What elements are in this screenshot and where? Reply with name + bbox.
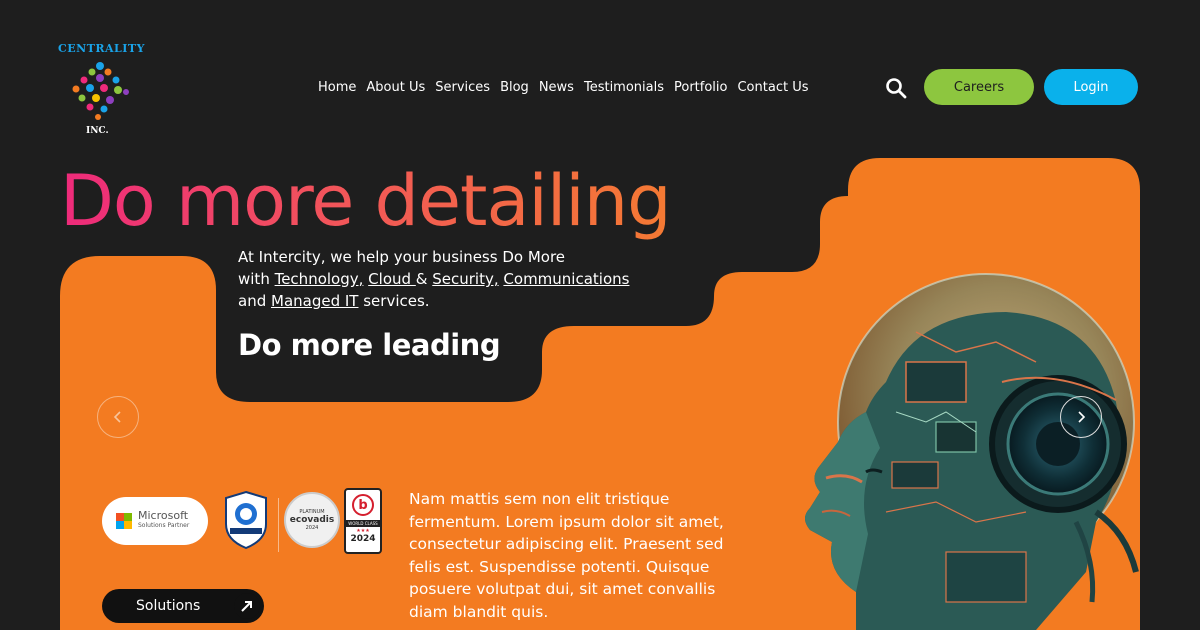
- search-icon[interactable]: [884, 76, 908, 100]
- microsoft-name: Microsoft: [138, 509, 189, 522]
- brand-suffix: INC.: [86, 126, 109, 136]
- page: Centrality INC. Home About Us Services B…: [0, 0, 1200, 630]
- microsoft-sub: Solutions Partner: [138, 522, 190, 529]
- microsoft-partner-badge: Microsoft Solutions Partner: [102, 497, 208, 545]
- world-class-shield-icon: [225, 490, 267, 550]
- logo-mark-icon: [72, 62, 129, 120]
- b-year: 2024: [350, 534, 376, 544]
- ecovadis-badge: PLATINUM ecovadis 2024: [284, 492, 340, 548]
- intro-text: At Intercity, we help your business Do M…: [238, 248, 566, 266]
- chevron-right-icon: [1078, 411, 1086, 423]
- login-button[interactable]: Login: [1044, 69, 1138, 105]
- intro-and: and: [238, 292, 271, 310]
- b-band-label: WORLD CLASS: [346, 520, 380, 527]
- nav-item-home[interactable]: Home: [318, 80, 356, 95]
- carousel-prev-button[interactable]: [97, 396, 139, 438]
- hero-headline: Do more detailing: [60, 160, 672, 242]
- b-logo-icon: b: [352, 494, 374, 516]
- link-managed-it[interactable]: Managed IT: [271, 292, 358, 310]
- link-technology[interactable]: Technology,: [275, 270, 364, 288]
- ecovadis-year: 2024: [305, 525, 319, 531]
- nav-item-testimonials[interactable]: Testimonials: [584, 80, 664, 95]
- nav-item-portfolio[interactable]: Portfolio: [674, 80, 727, 95]
- link-security[interactable]: Security,: [432, 270, 498, 288]
- nav-item-blog[interactable]: Blog: [500, 80, 529, 95]
- intro-amp: &: [415, 270, 433, 288]
- intro-services: services.: [358, 292, 430, 310]
- brand-name: Centrality: [58, 42, 145, 55]
- hero-body-text: Nam mattis sem non elit tristique fermen…: [409, 490, 724, 621]
- intro-with: with: [238, 270, 275, 288]
- brand-logo[interactable]: Centrality INC.: [58, 40, 150, 140]
- nav-item-news[interactable]: News: [539, 80, 574, 95]
- solutions-label: Solutions: [136, 598, 201, 614]
- nav-item-services[interactable]: Services: [435, 80, 490, 95]
- world-class-workplace-badge: b WORLD CLASS ★★★ 2024: [344, 488, 382, 554]
- nav-item-about-us[interactable]: About Us: [366, 80, 425, 95]
- microsoft-logo-icon: [116, 513, 132, 529]
- nav-item-contact-us[interactable]: Contact Us: [737, 80, 808, 95]
- arrow-right-icon: [234, 593, 260, 619]
- hero-subhead: Do more leading: [238, 328, 501, 362]
- robot-head-illustration: [805, 273, 1139, 630]
- careers-button[interactable]: Careers: [924, 69, 1034, 105]
- link-cloud[interactable]: Cloud: [368, 270, 416, 288]
- hero-intro: At Intercity, we help your business Do M…: [238, 246, 678, 312]
- main-nav: Home About Us Services Blog News Testimo…: [318, 80, 808, 95]
- link-communications[interactable]: Communications: [503, 270, 629, 288]
- solutions-button[interactable]: Solutions: [102, 589, 264, 623]
- carousel-next-button[interactable]: [1060, 396, 1102, 438]
- badge-divider: [278, 498, 279, 552]
- ecovadis-name: ecovadis: [289, 515, 335, 525]
- chevron-left-icon: [113, 411, 121, 423]
